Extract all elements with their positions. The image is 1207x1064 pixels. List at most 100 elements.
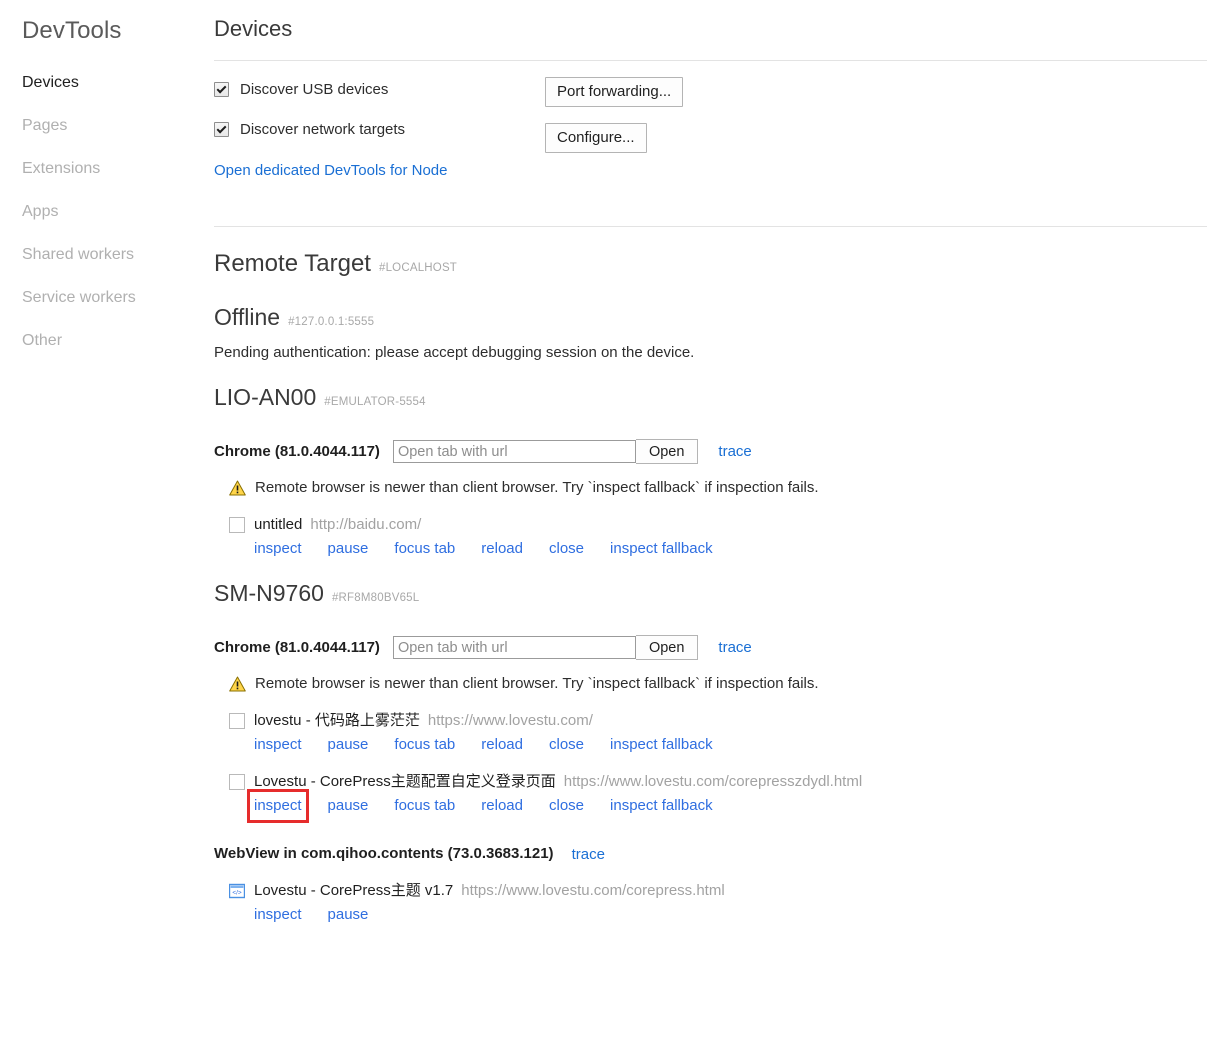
close-link[interactable]: close — [549, 539, 584, 559]
devtools-devices-page: DevTools Devices Pages Extensions Apps S… — [0, 0, 1207, 1064]
open-node-devtools-link[interactable]: Open dedicated DevTools for Node — [214, 161, 447, 180]
favicon-placeholder-icon — [229, 517, 245, 533]
trace-link[interactable]: trace — [572, 845, 605, 864]
tab-entry: Lovestu - CorePress主题配置自定义登录页面 https://w… — [214, 772, 1207, 816]
sidebar: DevTools Devices Pages Extensions Apps S… — [0, 0, 200, 1064]
reload-link[interactable]: reload — [481, 796, 523, 816]
focus-tab-link[interactable]: focus tab — [394, 539, 455, 559]
tab-title: Lovestu - CorePress主题 v1.7 — [254, 881, 453, 901]
port-forwarding-button[interactable]: Port forwarding... — [545, 77, 683, 107]
tab-title: untitled — [254, 515, 302, 535]
discover-usb-checkbox[interactable] — [214, 82, 229, 97]
device-name: Offline #127.0.0.1:5555 — [214, 303, 1207, 337]
remote-target-subtitle: #LOCALHOST — [379, 253, 457, 283]
sidebar-item-label: Devices — [22, 74, 79, 91]
sidebar-item-label: Service workers — [22, 289, 136, 306]
reload-link[interactable]: reload — [481, 539, 523, 559]
device-name-text: LIO-AN00 — [214, 383, 316, 412]
close-link[interactable]: close — [549, 735, 584, 755]
browser-row: Chrome (81.0.4044.117) Open trace — [214, 439, 1207, 464]
device-name-text: SM-N9760 — [214, 579, 324, 608]
trace-link[interactable]: trace — [718, 638, 751, 657]
inspect-link[interactable]: inspect — [254, 796, 302, 816]
inspect-fallback-link[interactable]: inspect fallback — [610, 735, 713, 755]
warning-triangle-icon — [229, 676, 246, 692]
tab-url: https://www.lovestu.com/corepress.html — [461, 881, 724, 901]
device-serial: #127.0.0.1:5555 — [288, 308, 374, 337]
focus-tab-link[interactable]: focus tab — [394, 735, 455, 755]
tab-header: Lovestu - CorePress主题配置自定义登录页面 https://w… — [229, 772, 1207, 792]
focus-tab-link[interactable]: focus tab — [394, 796, 455, 816]
remote-target-content: Remote Target #LOCALHOST Offline #127.0.… — [200, 227, 1207, 925]
warning-text: Remote browser is newer than client brow… — [255, 478, 819, 498]
pause-link[interactable]: pause — [328, 539, 369, 559]
svg-text:</>: </> — [232, 890, 242, 897]
sidebar-item-apps[interactable]: Apps — [0, 202, 200, 221]
open-tab-url-input[interactable] — [393, 636, 636, 659]
warning-text: Remote browser is newer than client brow… — [255, 674, 819, 694]
configure-button[interactable]: Configure... — [545, 123, 647, 153]
device-block-lio-an00: LIO-AN00 #EMULATOR-5554 Chrome (81.0.404… — [214, 383, 1207, 559]
tab-title: Lovestu - CorePress主题配置自定义登录页面 — [254, 772, 556, 792]
open-tab-url-input[interactable] — [393, 440, 636, 463]
discovery-buttons: Port forwarding... Configure... — [545, 77, 683, 153]
inspect-link[interactable]: inspect — [254, 735, 302, 755]
sidebar-item-shared-workers[interactable]: Shared workers — [0, 245, 200, 264]
tab-url: https://www.lovestu.com/corepresszdydl.h… — [564, 772, 862, 792]
inspect-fallback-link[interactable]: inspect fallback — [610, 539, 713, 559]
device-serial: #EMULATOR-5554 — [324, 388, 425, 417]
remote-target-heading: Remote Target #LOCALHOST — [214, 227, 1207, 283]
tab-title: lovestu - 代码路上雾茫茫 — [254, 711, 420, 731]
favicon-placeholder-icon — [229, 713, 245, 729]
pause-link[interactable]: pause — [328, 796, 369, 816]
open-tab-button[interactable]: Open — [636, 439, 698, 464]
inspect-link[interactable]: inspect — [254, 905, 302, 925]
inspect-link[interactable]: inspect — [254, 539, 302, 559]
button-spacer — [545, 107, 683, 123]
browser-row: Chrome (81.0.4044.117) Open trace — [214, 635, 1207, 660]
webview-label: WebView in com.qihoo.contents (73.0.3683… — [214, 844, 554, 864]
webview-page-icon: </> — [229, 883, 245, 899]
sidebar-item-pages[interactable]: Pages — [0, 116, 200, 135]
discover-network-row: Discover network targets — [214, 119, 1207, 140]
sidebar-item-extensions[interactable]: Extensions — [0, 159, 200, 178]
browser-version-warning: Remote browser is newer than client brow… — [214, 674, 1207, 694]
discovery-settings: Discover USB devices Discover network ta… — [200, 61, 1207, 206]
pause-link[interactable]: pause — [328, 735, 369, 755]
webview-row: WebView in com.qihoo.contents (73.0.3683… — [214, 844, 1207, 864]
tab-entry: </> Lovestu - CorePress主题 v1.7 https://w… — [214, 881, 1207, 925]
discover-network-checkbox[interactable] — [214, 122, 229, 137]
tab-url: https://www.lovestu.com/ — [428, 711, 593, 731]
tab-actions: inspect pause focus tab reload close ins… — [229, 735, 1207, 755]
discover-network-label: Discover network targets — [240, 120, 405, 139]
sidebar-item-label: Apps — [22, 203, 58, 220]
discover-usb-row: Discover USB devices — [214, 79, 1207, 100]
browser-version-label: Chrome (81.0.4044.117) — [214, 442, 380, 462]
open-tab-button[interactable]: Open — [636, 635, 698, 660]
main-panel: Devices Discover USB devices Discover ne… — [200, 0, 1207, 1064]
tab-actions: inspect pause — [229, 905, 1207, 925]
inspect-fallback-link[interactable]: inspect fallback — [610, 796, 713, 816]
tab-actions: inspect pause focus tab reload close ins… — [229, 796, 1207, 816]
sidebar-item-label: Extensions — [22, 160, 100, 177]
tab-header: lovestu - 代码路上雾茫茫 https://www.lovestu.co… — [229, 711, 1207, 731]
device-name-text: Offline — [214, 303, 280, 332]
device-name: LIO-AN00 #EMULATOR-5554 — [214, 383, 1207, 417]
device-serial: #RF8M80BV65L — [332, 584, 419, 613]
close-link[interactable]: close — [549, 796, 584, 816]
remote-target-title: Remote Target — [214, 249, 371, 279]
tab-header: </> Lovestu - CorePress主题 v1.7 https://w… — [229, 881, 1207, 901]
tab-entry: lovestu - 代码路上雾茫茫 https://www.lovestu.co… — [214, 711, 1207, 755]
page-title: Devices — [200, 0, 1207, 43]
sidebar-item-devices[interactable]: Devices — [0, 73, 200, 92]
sidebar-item-label: Other — [22, 332, 62, 349]
trace-link[interactable]: trace — [718, 442, 751, 461]
sidebar-item-service-workers[interactable]: Service workers — [0, 288, 200, 307]
sidebar-item-label: Shared workers — [22, 246, 134, 263]
reload-link[interactable]: reload — [481, 735, 523, 755]
device-status-message: Pending authentication: please accept de… — [214, 343, 1207, 363]
pause-link[interactable]: pause — [328, 905, 369, 925]
discover-usb-label: Discover USB devices — [240, 80, 388, 99]
tab-url: http://baidu.com/ — [310, 515, 421, 535]
sidebar-item-other[interactable]: Other — [0, 331, 200, 350]
